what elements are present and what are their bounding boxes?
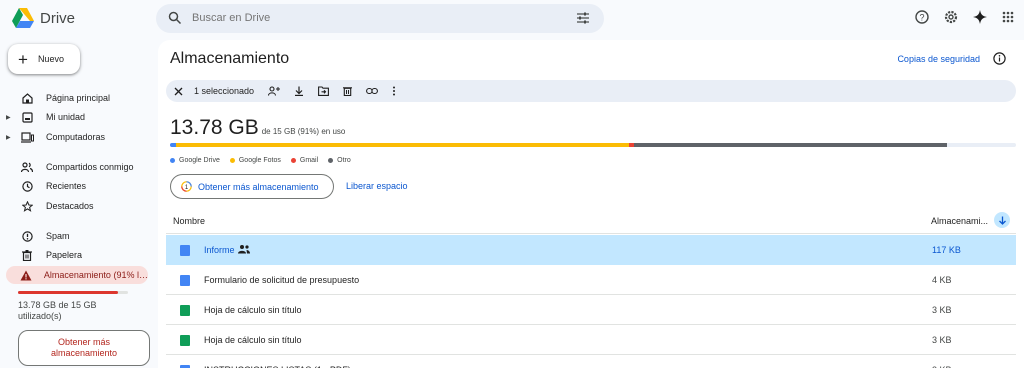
file-size: 3 KB [932, 335, 952, 345]
sidebar-item-shared[interactable]: Compartidos conmigo [6, 158, 148, 176]
storage-breakdown-bar [170, 143, 1016, 147]
legend-item: Google Fotos [229, 157, 281, 164]
table-row[interactable]: Informe 117 KB [166, 235, 1016, 265]
app-name: Drive [40, 9, 76, 27]
search-icon[interactable] [168, 11, 182, 25]
move-icon[interactable] [318, 86, 329, 96]
file-name[interactable]: Formulario de solicitud de presupuesto [204, 275, 359, 285]
backups-link[interactable]: Copias de seguridad [897, 54, 980, 64]
shared-people-icon [238, 245, 250, 254]
google-one-icon: 1 [181, 181, 192, 192]
plus-icon: + [18, 49, 28, 69]
get-more-storage-button[interactable]: Obtener más almacenamiento [18, 330, 150, 366]
trash-icon [20, 248, 34, 262]
file-size: 3 KB [932, 305, 952, 315]
storage-progress-bar [18, 291, 128, 294]
file-size: 4 KB [932, 275, 952, 285]
svg-text:1: 1 [185, 185, 189, 191]
share-icon[interactable] [268, 86, 281, 96]
sidebar-item-starred[interactable]: Destacados [6, 197, 148, 215]
main-panel: Almacenamiento Copias de seguridad 1 sel… [158, 40, 1024, 368]
legend-dot [290, 158, 296, 163]
get-more-storage-main-button[interactable]: 1 Obtener más almacenamiento [170, 174, 334, 199]
drive-logo[interactable]: Drive [12, 8, 75, 28]
legend-item: Google Drive [170, 157, 220, 164]
usage-detail: de 15 GB (91%) en uso [261, 127, 346, 136]
spam-icon [20, 229, 34, 243]
expand-caret-icon[interactable]: ▶ [6, 114, 14, 121]
breakdown-segment-other [634, 143, 948, 147]
help-icon[interactable]: ? [915, 10, 929, 24]
sidebar-item-storage[interactable]: Almacenamiento (91% lleno) [6, 266, 148, 284]
table-row[interactable]: Hoja de cálculo sin título 3 KB [166, 325, 1016, 355]
more-actions-icon[interactable] [392, 86, 396, 96]
search-bar[interactable] [156, 4, 604, 33]
table-row[interactable]: Hoja de cálculo sin título 3 KB [166, 295, 1016, 325]
sidebar-item-my-drive[interactable]: ▶ Mi unidad [6, 108, 148, 126]
file-name[interactable]: Hoja de cálculo sin título [204, 335, 302, 345]
docs-file-icon [180, 245, 190, 256]
legend-item: Gmail [290, 157, 318, 164]
sort-descending-icon[interactable] [994, 212, 1010, 228]
free-up-space-link[interactable]: Liberar espacio [346, 181, 408, 191]
expand-caret-icon[interactable]: ▶ [6, 134, 14, 141]
sheets-file-icon [180, 305, 190, 316]
page-title: Almacenamiento [170, 50, 290, 67]
clock-icon [20, 179, 34, 193]
new-button-label: Nuevo [37, 54, 64, 64]
file-name[interactable]: Informe [204, 245, 235, 255]
column-storage-header[interactable]: Almacenami... [931, 216, 988, 226]
sidebar-item-recent[interactable]: Recientes [6, 177, 148, 195]
info-icon[interactable] [993, 52, 1006, 65]
sidebar-item-trash[interactable]: Papelera [6, 246, 148, 264]
home-icon [20, 91, 34, 105]
my-drive-icon [20, 110, 34, 124]
legend-item: Otro [328, 157, 351, 164]
sheets-file-icon [180, 335, 190, 346]
storage-usage-summary: 13.78 GB de 15 GB (91%) en uso [170, 116, 345, 140]
legend-dot [328, 158, 334, 163]
shared-icon [20, 160, 34, 174]
search-input[interactable] [192, 4, 552, 33]
header-actions: ? [915, 10, 1014, 24]
drive-logo-icon [12, 8, 34, 28]
file-name[interactable]: Hoja de cálculo sin título [204, 305, 302, 315]
top-header: Drive ? [0, 0, 1024, 38]
download-icon[interactable] [294, 86, 304, 96]
table-row[interactable]: Formulario de solicitud de presupuesto 4 … [166, 265, 1016, 295]
storage-usage-text: 13.78 GB de 15 GB utilizado(s) [18, 300, 97, 321]
sidebar-item-spam[interactable]: Spam [6, 227, 148, 245]
delete-icon[interactable] [343, 86, 353, 96]
legend-dot [170, 158, 175, 163]
breakdown-segment-photos [175, 143, 629, 147]
usage-amount: 13.78 GB [170, 116, 259, 139]
storage-progress-fill [18, 291, 119, 294]
selection-toolbar: 1 seleccionado [166, 80, 1016, 102]
sidebar-item-computers[interactable]: ▶ Computadoras [6, 128, 148, 146]
new-button[interactable]: + Nuevo [8, 44, 80, 74]
clear-selection-icon[interactable] [174, 87, 184, 96]
sidebar-item-home[interactable]: Página principal [6, 89, 148, 107]
svg-text:?: ? [919, 13, 924, 23]
copy-link-icon[interactable] [366, 87, 378, 95]
gemini-icon[interactable] [973, 10, 987, 24]
selection-count: 1 seleccionado [194, 86, 255, 96]
warning-icon [19, 268, 32, 282]
settings-icon[interactable] [944, 10, 958, 24]
computer-icon [20, 130, 34, 144]
star-icon [20, 199, 34, 213]
storage-legend: Google Drive Google Fotos Gmail Otro [170, 157, 351, 164]
column-name-header[interactable]: Nombre [173, 216, 205, 226]
search-options-icon[interactable] [576, 12, 590, 24]
file-size: 117 KB [932, 245, 961, 255]
apps-grid-icon[interactable] [1002, 11, 1014, 23]
legend-dot [229, 158, 235, 163]
docs-file-icon [180, 275, 190, 286]
table-row[interactable]: INSTRUCCIONES LISTAS (1 - PDF)3 KB [166, 355, 1016, 368]
table-header: Nombre Almacenami... [166, 208, 1016, 234]
sidebar: + Nuevo Página principal ▶ Mi unidad ▶ C… [0, 38, 156, 368]
